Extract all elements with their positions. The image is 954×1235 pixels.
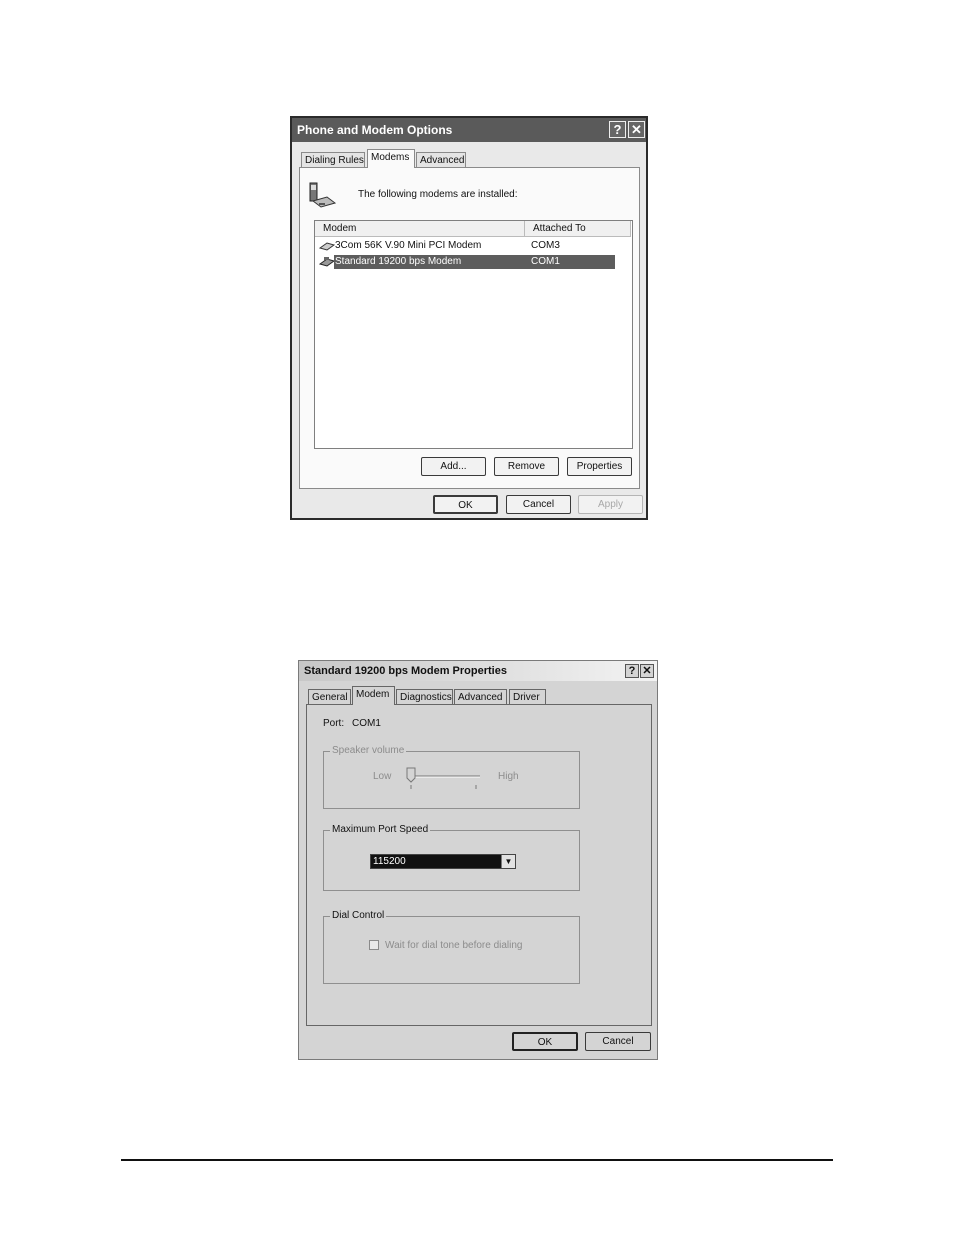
modem-properties-dialog: Standard 19200 bps Modem Properties ? ✕ … <box>298 660 658 1060</box>
port-value: COM1 <box>352 718 381 729</box>
volume-low-label: Low <box>373 771 392 782</box>
apply-button[interactable]: Apply <box>578 495 643 514</box>
tab-diagnostics[interactable]: Diagnostics <box>396 689 453 705</box>
port-label: Port: <box>323 718 345 729</box>
phone-and-modem-options-dialog: Phone and Modem Options ? ✕ Dialing Rule… <box>290 116 648 520</box>
close-button[interactable]: ✕ <box>628 121 645 138</box>
max-port-speed-select[interactable]: 115200 ▼ <box>370 854 516 869</box>
volume-high-label: High <box>498 771 519 782</box>
modem-port: COM3 <box>531 240 560 251</box>
tab-general[interactable]: General <box>308 689 351 705</box>
remove-button[interactable]: Remove <box>494 457 559 476</box>
tab-dialing-rules[interactable]: Dialing Rules <box>301 152 365 168</box>
speaker-volume-group: Speaker volume Low High <box>323 745 580 809</box>
tab-advanced[interactable]: Advanced <box>454 689 507 705</box>
modem-tab-panel: Port: COM1 Speaker volume Low High Maxim… <box>306 704 652 1026</box>
cancel-button[interactable]: Cancel <box>585 1032 651 1051</box>
wait-for-dial-tone-checkbox[interactable] <box>369 940 379 950</box>
list-item[interactable]: 3Com 56K V.90 Mini PCI Modem COM3 <box>317 239 615 253</box>
ok-button[interactable]: OK <box>433 495 498 514</box>
chevron-down-icon[interactable]: ▼ <box>501 855 515 868</box>
max-port-speed-value: 115200 <box>371 855 501 868</box>
dialog-title: Phone and Modem Options <box>297 123 453 137</box>
modem-icon <box>319 242 335 251</box>
column-header-modem[interactable]: Modem <box>315 221 525 237</box>
modem-name: 3Com 56K V.90 Mini PCI Modem <box>335 240 482 251</box>
modem-icon <box>319 257 335 267</box>
max-port-speed-group: Maximum Port Speed 115200 ▼ <box>323 824 580 891</box>
volume-slider[interactable] <box>404 766 484 794</box>
dialog-title: Standard 19200 bps Modem Properties <box>304 665 507 677</box>
close-button[interactable]: ✕ <box>640 664 654 678</box>
speaker-volume-label: Speaker volume <box>330 745 407 757</box>
ok-button[interactable]: OK <box>512 1032 578 1051</box>
max-port-speed-label: Maximum Port Speed <box>330 824 431 836</box>
modems-list[interactable]: Modem Attached To 3Com 56K V.90 Mini PCI… <box>314 220 633 449</box>
page-footer-rule <box>121 1159 833 1161</box>
modems-intro-text: The following modems are installed: <box>358 189 518 200</box>
cancel-button[interactable]: Cancel <box>506 495 571 514</box>
dial-control-label: Dial Control <box>330 910 387 922</box>
tab-driver[interactable]: Driver <box>509 689 546 705</box>
dialog-title-bar[interactable]: Standard 19200 bps Modem Properties ? ✕ <box>299 661 657 681</box>
help-button[interactable]: ? <box>625 664 639 678</box>
modem-port: COM1 <box>531 256 560 267</box>
modem-name: Standard 19200 bps Modem <box>335 256 462 267</box>
tab-modem[interactable]: Modem <box>352 686 395 705</box>
help-button[interactable]: ? <box>609 121 626 138</box>
properties-button[interactable]: Properties <box>567 457 632 476</box>
tab-modems[interactable]: Modems <box>367 149 415 168</box>
column-header-attached-to[interactable]: Attached To <box>525 221 631 237</box>
modems-tab-panel: The following modems are installed: Mode… <box>299 167 640 489</box>
phone-modem-icon <box>309 182 337 208</box>
dial-control-group: Dial Control Wait for dial tone before d… <box>323 910 580 984</box>
list-item[interactable]: Standard 19200 bps Modem COM1 <box>317 255 615 269</box>
dialog-title-bar[interactable]: Phone and Modem Options ? ✕ <box>292 118 646 142</box>
tab-advanced[interactable]: Advanced <box>416 152 466 168</box>
wait-for-dial-tone-label: Wait for dial tone before dialing <box>385 940 523 951</box>
selected-row-highlight: Standard 19200 bps Modem COM1 <box>334 255 615 269</box>
add-button[interactable]: Add... <box>421 457 486 476</box>
